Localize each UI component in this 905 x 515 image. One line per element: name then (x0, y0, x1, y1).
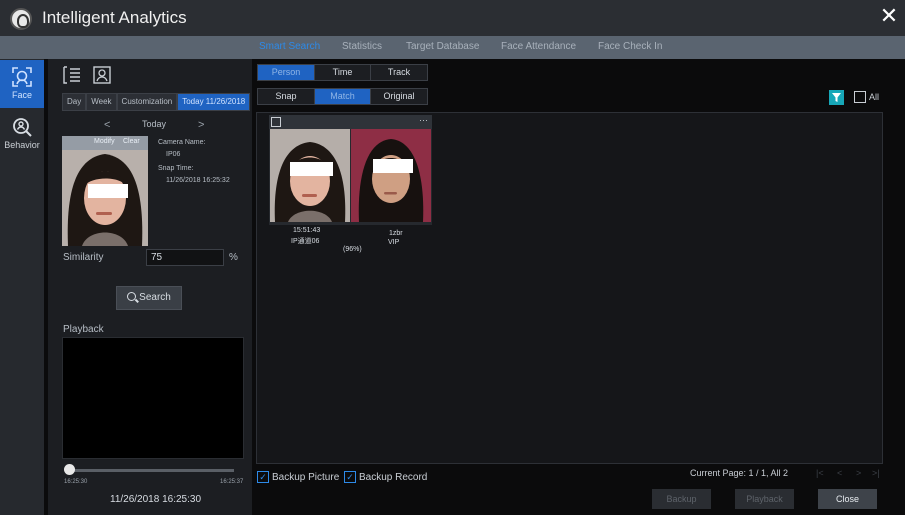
day-label: Today (142, 119, 167, 129)
sidebar-item-face[interactable]: Face (0, 60, 44, 108)
face-frame-icon[interactable] (92, 65, 112, 85)
next-page-button[interactable]: > (856, 468, 861, 478)
privacy-mask (88, 184, 128, 198)
next-day-button[interactable]: > (198, 119, 204, 131)
page-info: Current Page: 1 / 1, All 2 (690, 468, 789, 478)
privacy-mask (290, 162, 333, 176)
backup-picture-label: Backup Picture (272, 472, 340, 483)
filter-button[interactable] (829, 90, 844, 105)
timeline-track[interactable] (68, 469, 234, 472)
tab-statistics[interactable]: Statistics (342, 41, 382, 52)
result-checkbox[interactable] (271, 117, 281, 127)
image-type-segment: Snap Match Original (257, 88, 428, 105)
camera-name-label: Camera Name: (158, 139, 206, 146)
search-button[interactable]: Search (116, 286, 182, 310)
filter-track[interactable]: Track (371, 65, 427, 80)
top-tab-bar: Smart Search Statistics Target Database … (0, 36, 905, 59)
filter-person[interactable]: Person (258, 65, 315, 80)
privacy-mask (373, 159, 413, 173)
filter-snap[interactable]: Snap (258, 89, 315, 104)
behavior-search-icon (13, 118, 32, 137)
result-time: 15:51:43 (293, 227, 321, 234)
filter-time[interactable]: Time (315, 65, 371, 80)
close-window-icon[interactable]: ✕ (877, 4, 901, 28)
snap-time-label: Snap Time: (158, 165, 194, 172)
more-options-icon[interactable]: ··· (419, 115, 428, 125)
search-button-label: Search (139, 292, 171, 303)
similarity-input[interactable]: 75 (146, 249, 224, 266)
prev-page-button[interactable]: < (837, 468, 842, 478)
app-logo-icon (10, 8, 32, 30)
range-tab-customization[interactable]: Customization (116, 93, 178, 111)
result-channel: IP通道06 (291, 238, 320, 245)
snap-time-value: 11/26/2018 16:25:32 (166, 177, 230, 184)
prev-day-button[interactable]: < (104, 119, 110, 131)
playback-button[interactable]: Playback (735, 489, 794, 509)
similarity-unit: % (229, 252, 238, 263)
last-page-button[interactable]: >| (872, 468, 880, 478)
clear-button[interactable]: Clear (123, 138, 140, 145)
timeline-thumb[interactable] (64, 464, 75, 475)
sidebar-item-behavior[interactable]: Behavior (0, 110, 44, 158)
range-tab-day[interactable]: Day (62, 93, 87, 111)
result-group: VIP (388, 239, 400, 246)
select-all-checkbox[interactable] (854, 91, 866, 103)
result-similarity: (96%) (343, 246, 362, 253)
face-card-header: Modify Clear (62, 136, 148, 150)
timeline-end-time: 16:25:37 (220, 479, 244, 485)
filter-match[interactable]: Match (315, 89, 371, 104)
playback-timestamp: 11/26/2018 16:25:30 (110, 494, 202, 505)
close-button[interactable]: Close (818, 489, 877, 509)
camera-name-value: IP06 (166, 151, 181, 158)
search-icon (127, 292, 137, 301)
result-card[interactable]: ··· (269, 115, 432, 225)
result-card-header: ··· (269, 115, 432, 129)
playback-label: Playback (63, 324, 104, 335)
face-search-icon (12, 67, 32, 87)
filter-icon (832, 93, 841, 102)
tab-face-attendance[interactable]: Face Attendance (501, 41, 576, 52)
backup-button[interactable]: Backup (652, 489, 711, 509)
select-all-label: All (869, 92, 880, 102)
first-page-button[interactable]: |< (816, 468, 824, 478)
range-tab-today[interactable]: Today 11/26/2018 (177, 93, 251, 111)
timeline-start-time: 16:25:30 (64, 479, 88, 485)
left-panel: Day Week Customization Today 11/26/2018 … (48, 59, 252, 515)
similarity-label: Similarity (63, 252, 104, 263)
backup-picture-checkbox[interactable]: ✓ (257, 471, 269, 483)
filter-original[interactable]: Original (371, 89, 427, 104)
results-panel: ··· 15:51:43 IP通道06 (96%) 1zbr VIP (256, 112, 883, 464)
matched-face-photo (351, 129, 431, 222)
query-face-card: Modify Clear (62, 136, 148, 246)
result-name: 1zbr (389, 230, 403, 237)
sidebar: Face Behavior (0, 59, 44, 515)
backup-record-checkbox[interactable]: ✓ (344, 471, 356, 483)
tab-smart-search[interactable]: Smart Search (259, 41, 320, 52)
sidebar-item-label: Face (11, 90, 32, 100)
title-bar: Intelligent Analytics ✕ (0, 0, 905, 36)
tab-face-check-in[interactable]: Face Check In (598, 41, 662, 52)
playback-video[interactable] (62, 337, 244, 459)
date-range-tabs: Day Week Customization Today 11/26/2018 (62, 93, 251, 111)
window-title: Intelligent Analytics (42, 8, 187, 27)
sidebar-item-label: Behavior (4, 140, 40, 150)
view-mode-segment: Person Time Track (257, 64, 428, 81)
modify-button[interactable]: Modify (94, 138, 115, 145)
range-tab-week[interactable]: Week (86, 93, 117, 111)
list-mode-icon[interactable] (62, 65, 82, 85)
tab-target-database[interactable]: Target Database (406, 41, 479, 52)
backup-record-label: Backup Record (359, 472, 428, 483)
